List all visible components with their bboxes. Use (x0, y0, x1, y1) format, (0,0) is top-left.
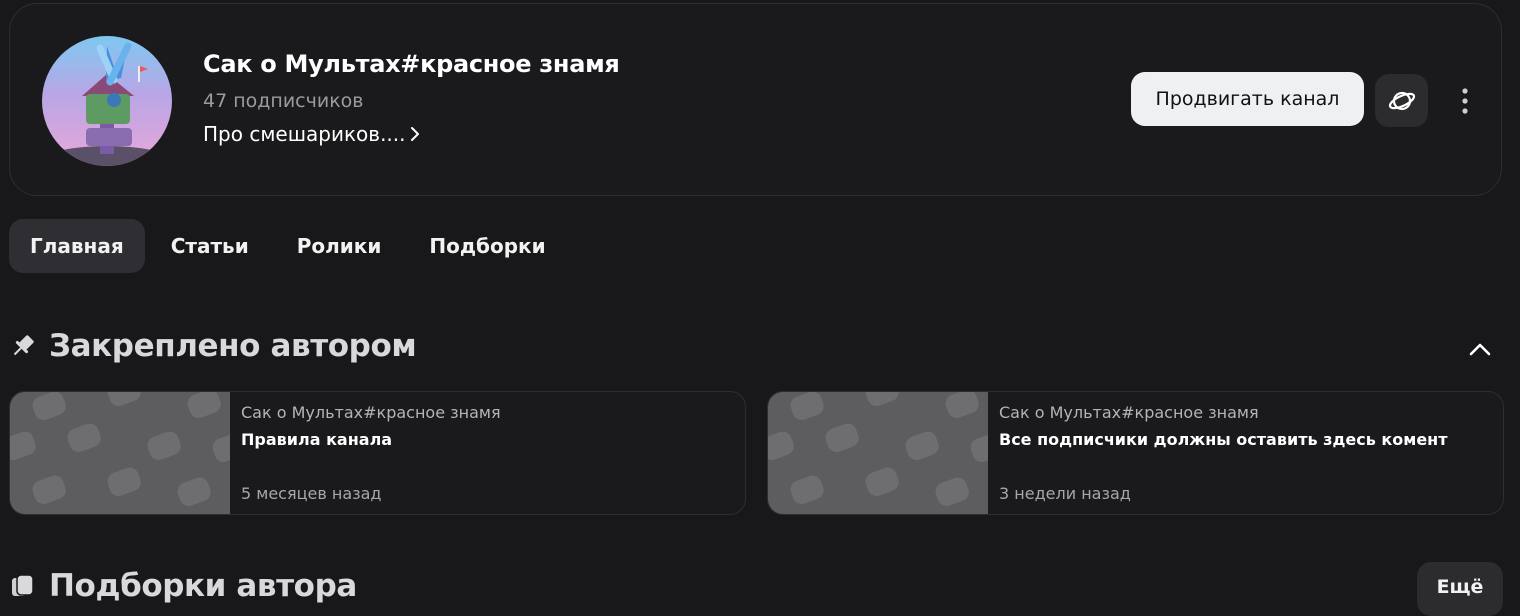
more-vertical-icon (1462, 88, 1468, 114)
pin-icon (13, 335, 34, 356)
post-date: 3 недели назад (999, 484, 1131, 503)
collections-more-button[interactable]: Ещё (1417, 562, 1503, 616)
tab-main[interactable]: Главная (9, 219, 145, 273)
channel-description-link[interactable]: Про смешариков.... (203, 122, 422, 146)
post-author: Сак о Мультах#красное знамя (999, 403, 1259, 422)
channel-avatar[interactable] (42, 36, 172, 166)
more-options-button[interactable] (1450, 82, 1480, 120)
pinned-post-card[interactable]: Сак о Мультах#красное знамя Правила кана… (9, 391, 746, 515)
channel-name: Сак о Мультах#красное знамя (203, 50, 620, 78)
collection-icon (12, 574, 34, 596)
channel-header-card: Сак о Мультах#красное знамя 47 подписчик… (9, 3, 1502, 196)
post-author: Сак о Мультах#красное знамя (241, 403, 501, 422)
planet-icon (1388, 91, 1415, 110)
post-thumbnail (768, 392, 988, 514)
tab-collections[interactable]: Подборки (407, 219, 567, 273)
pinned-section-header: Закреплено автором (9, 328, 417, 364)
pinned-post-card[interactable]: Сак о Мультах#красное знамя Все подписчи… (767, 391, 1504, 515)
post-title: Все подписчики должны оставить здесь ком… (999, 430, 1448, 449)
chevron-right-icon (410, 127, 419, 141)
collections-section-title: Подборки автора (49, 568, 357, 604)
planet-button[interactable] (1375, 74, 1428, 127)
chevron-up-icon (1469, 343, 1491, 356)
avatar-image (42, 36, 172, 166)
pinned-section-title: Закреплено автором (49, 328, 417, 364)
thumbnail-pattern (10, 392, 230, 507)
subscriber-count: 47 подписчиков (203, 90, 364, 112)
post-date: 5 месяцев назад (241, 484, 382, 503)
promote-channel-button[interactable]: Продвигать канал (1131, 72, 1364, 126)
collapse-pinned-button[interactable] (1462, 336, 1498, 362)
post-title: Правила канала (241, 430, 393, 449)
collections-section-header: Подборки автора (9, 568, 357, 604)
post-thumbnail (10, 392, 230, 514)
channel-tabs: Главная Статьи Ролики Подборки (9, 219, 568, 273)
channel-description: Про смешариков.... (203, 122, 406, 146)
tab-videos[interactable]: Ролики (275, 219, 404, 273)
thumbnail-pattern (768, 392, 988, 507)
tab-articles[interactable]: Статьи (149, 219, 271, 273)
